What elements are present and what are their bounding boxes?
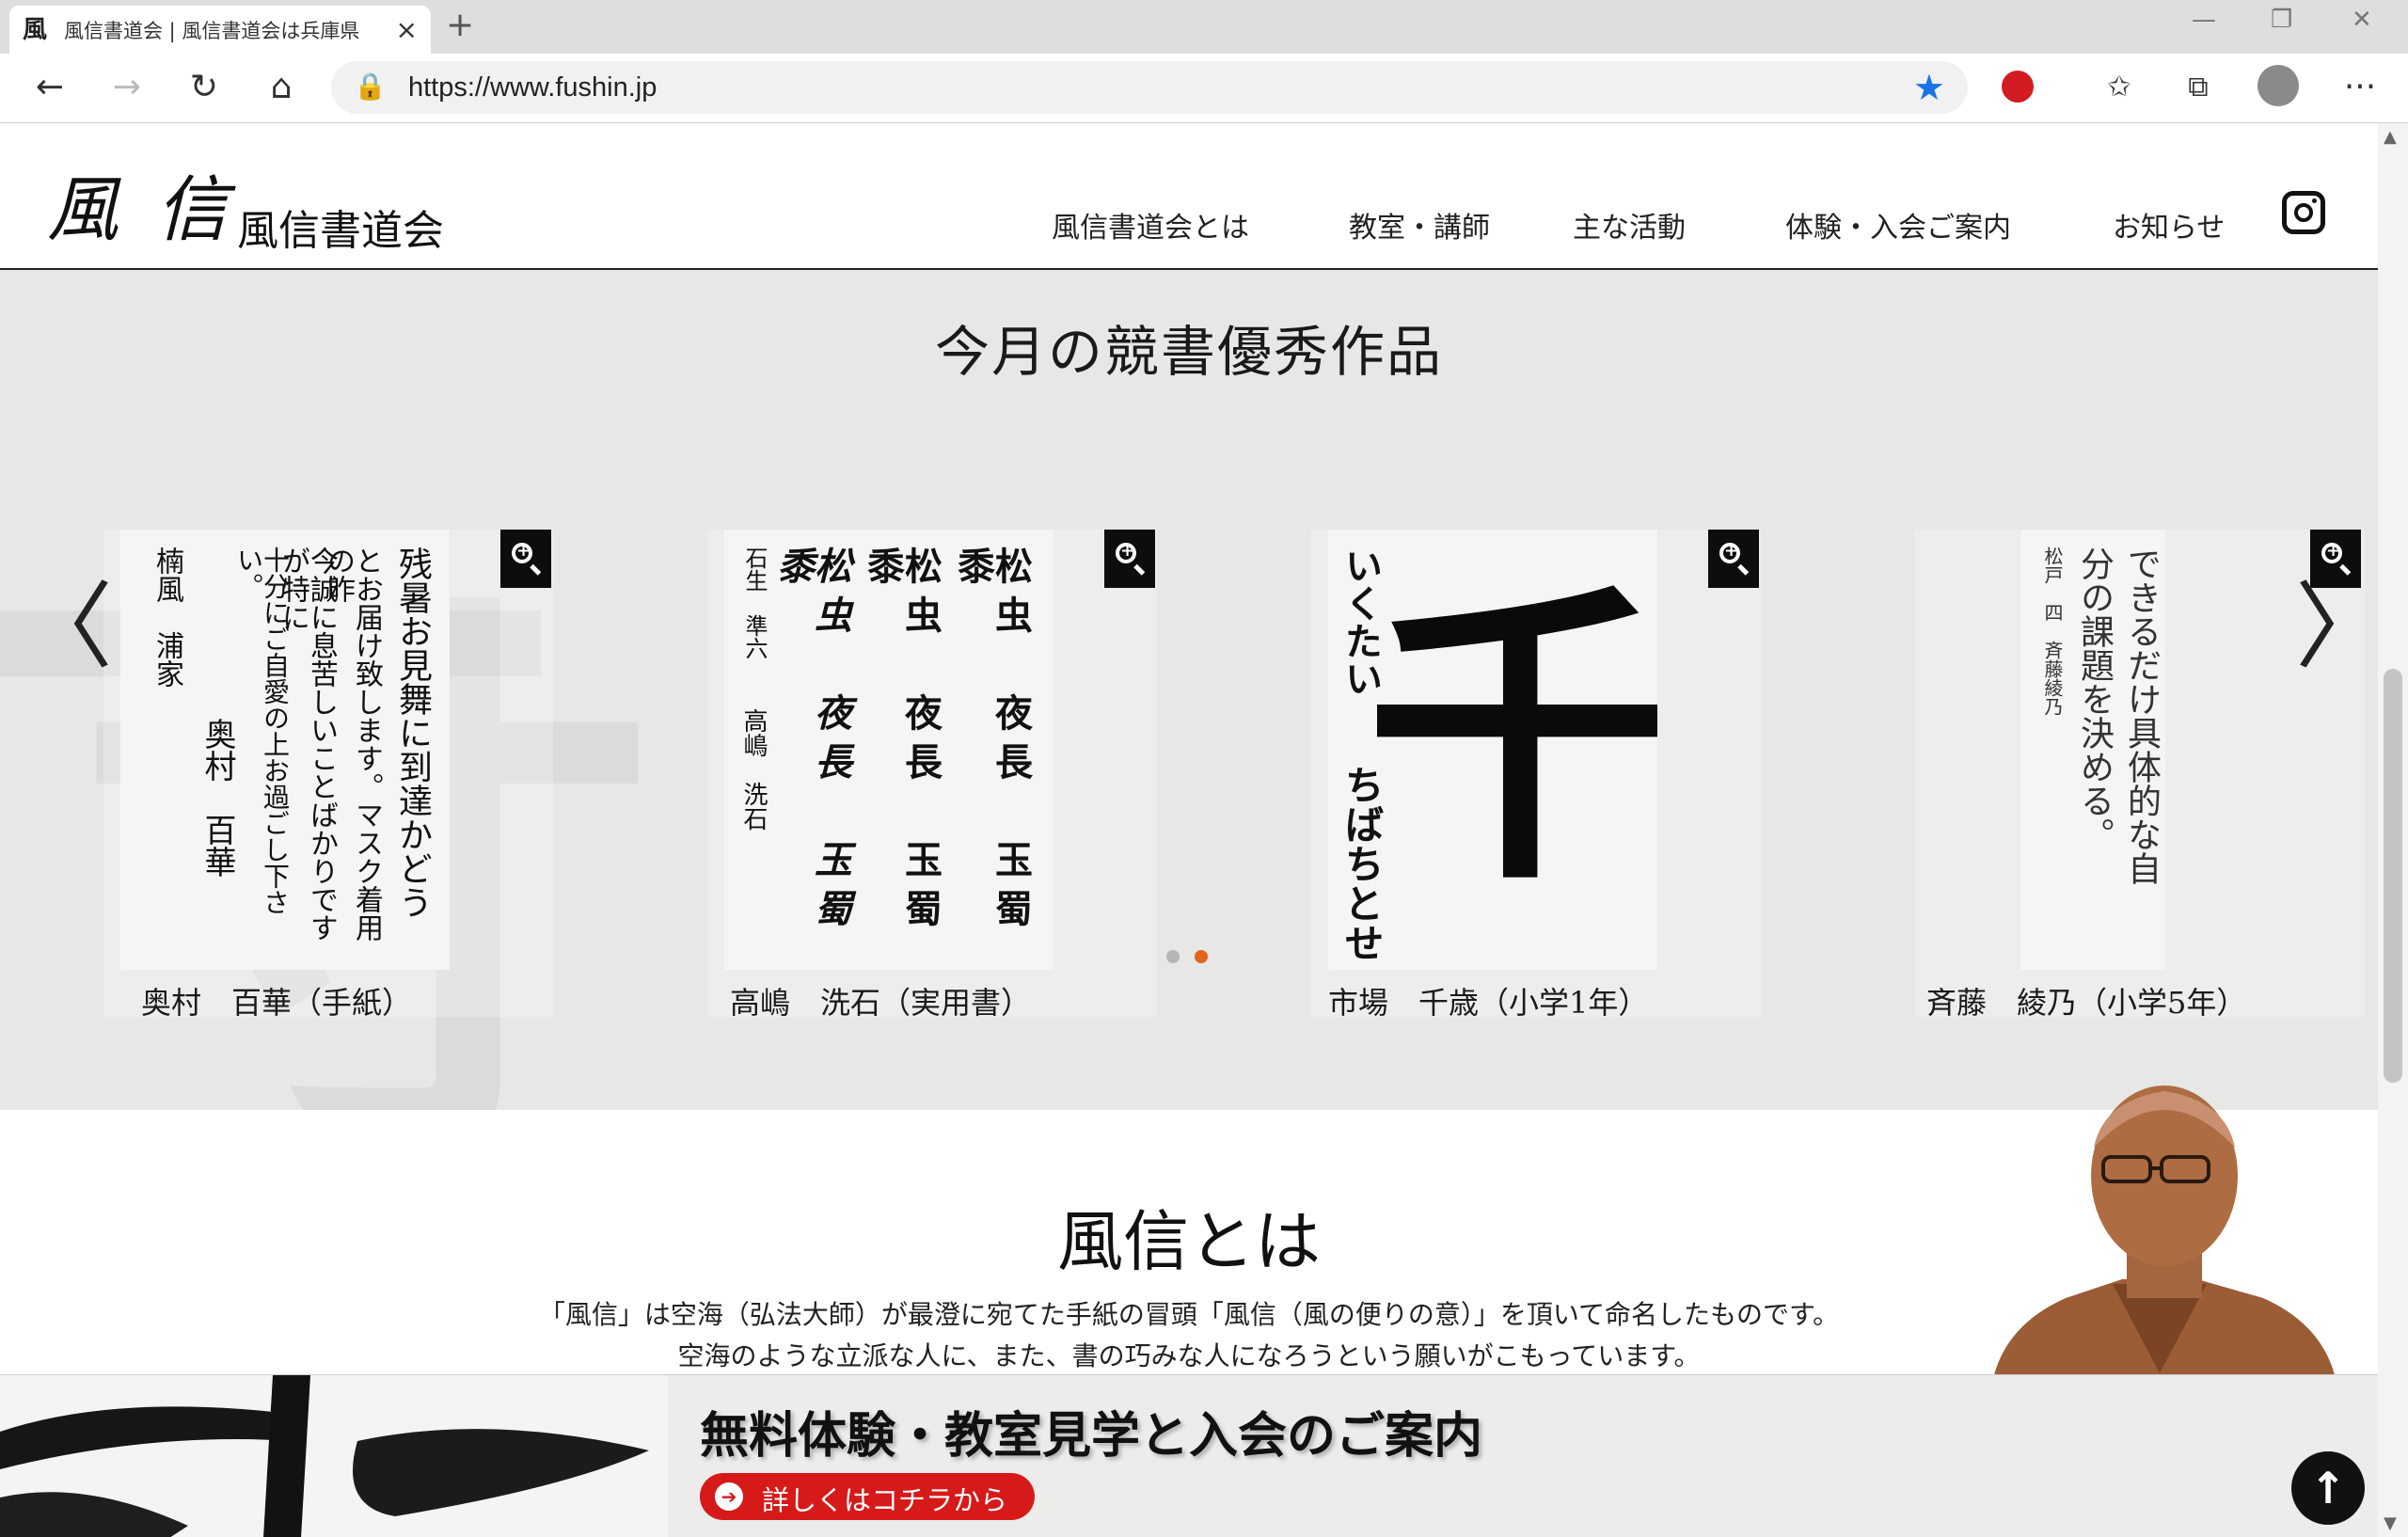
art-column: 松虫 夜長 玉蜀黍 <box>951 547 1033 938</box>
cta-button-label: 詳しくはコチラから <box>762 1484 1008 1516</box>
lock-icon: 🔒 <box>354 71 387 102</box>
monthly-works-section: 一 寸 今月の競書優秀作品 残暑お見舞に到達かどう とお届け致します。マスク着用… <box>0 270 2378 1110</box>
work-caption: 市場 千歳（小学1年） <box>1328 985 1649 1021</box>
nav-item-activities[interactable]: 主な活動 <box>1573 204 1686 246</box>
logo-mark[interactable]: 風信 <box>47 151 265 255</box>
minimize-icon[interactable]: — <box>2192 6 2216 34</box>
zoom-button[interactable] <box>1708 530 1759 588</box>
art-column: 分の課題を決める。 <box>2075 547 2114 851</box>
profile-avatar[interactable] <box>2258 65 2299 106</box>
cta-banner[interactable]: 無料体験・教室見学と入会のご案内 ➔ 詳しくはコチラから <box>0 1374 2378 1537</box>
zoom-button[interactable] <box>500 530 551 588</box>
carousel-dot-active[interactable] <box>1195 950 1208 963</box>
cta-brush-image <box>0 1375 668 1537</box>
reload-icon[interactable]: ↻ <box>181 67 228 108</box>
new-tab-icon[interactable]: + <box>446 6 474 44</box>
url-text[interactable]: https://www.fushin.jp <box>408 72 657 103</box>
back-icon[interactable]: ← <box>26 67 73 108</box>
art-column: 石生 準六 <box>741 547 768 659</box>
art-column: 高嶋 洗石 <box>739 708 768 831</box>
art-column: できるだけ具体的な自 <box>2122 547 2161 885</box>
art-column: 奥村 百華 <box>198 718 236 878</box>
work-image[interactable]: 松虫 夜長 玉蜀黍 松虫 夜長 玉蜀黍 松虫 夜長 玉蜀黍 石生 準六 高嶋 洗… <box>724 530 1054 970</box>
work-image[interactable]: できるだけ具体的な自 分の課題を決める。 松戸 四 斉藤綾乃 <box>2020 530 2165 970</box>
favorites-icon[interactable]: ✩ <box>2096 67 2143 108</box>
browser-toolbar: ← → ↻ ⌂ 🔒 https://www.fushin.jp ★ ✩ ⧉ ··… <box>0 54 2408 123</box>
scrollbar-thumb[interactable] <box>2384 669 2402 1083</box>
carousel-prev-icon[interactable]: 〈 <box>19 580 113 674</box>
forward-icon[interactable]: → <box>103 67 150 108</box>
nav-item-classes[interactable]: 教室・講師 <box>1349 204 1490 246</box>
art-column: 松戸 四 斉藤綾乃 <box>2041 547 2064 716</box>
art-column: 松虫 夜長 玉蜀黍 <box>770 547 852 938</box>
tab-title: 風信書道会 | 風信書道会は兵庫県 <box>64 19 360 42</box>
home-icon[interactable]: ⌂ <box>258 67 305 108</box>
vertical-scrollbar[interactable]: ▲ ▼ <box>2378 123 2408 1537</box>
extension-icon[interactable] <box>2002 71 2034 103</box>
art-column: いくたい <box>1339 547 1383 697</box>
art-column: 松虫 夜長 玉蜀黍 <box>861 547 943 938</box>
carousel-dot[interactable] <box>1166 950 1180 963</box>
work-card[interactable]: 松虫 夜長 玉蜀黍 松虫 夜長 玉蜀黍 松虫 夜長 玉蜀黍 石生 準六 高嶋 洗… <box>707 530 1157 1021</box>
arrow-right-icon: ➔ <box>715 1482 743 1511</box>
browser-tab[interactable]: 風 風信書道会 | 風信書道会は兵庫県 × <box>9 6 431 54</box>
address-bar[interactable]: 🔒 https://www.fushin.jp ★ <box>331 61 1968 114</box>
site-header: 風信 風信書道会 風信書道会とは 教室・講師 主な活動 体験・入会ご案内 お知ら… <box>0 123 2378 270</box>
close-tab-icon[interactable]: × <box>396 14 418 45</box>
nav-item-news[interactable]: お知らせ <box>2113 204 2225 246</box>
cta-title: 無料体験・教室見学と入会のご案内 <box>700 1407 1483 1465</box>
works-title: 今月の競書優秀作品 <box>934 320 1443 384</box>
favicon-icon: 風 <box>23 15 48 44</box>
scroll-down-icon[interactable]: ▼ <box>2384 1513 2397 1533</box>
scroll-up-icon[interactable]: ▲ <box>2384 127 2397 147</box>
cta-details-button[interactable]: ➔ 詳しくはコチラから <box>700 1473 1035 1520</box>
art-column: ちばちとせ <box>1339 765 1385 962</box>
collections-icon[interactable]: ⧉ <box>2175 67 2222 108</box>
page-viewport: 風信 風信書道会 風信書道会とは 教室・講師 主な活動 体験・入会ご案内 お知ら… <box>0 123 2378 1537</box>
nav-item-about[interactable]: 風信書道会とは <box>1052 204 1249 246</box>
carousel-next-icon[interactable]: 〉 <box>2295 580 2378 674</box>
work-image[interactable]: 千 いくたい ちばちとせ <box>1328 530 1657 970</box>
art-column: 十分にご自愛の上お過ごし下さい。 <box>233 547 291 915</box>
art-big-character: 千 <box>1366 556 1657 921</box>
logo-text[interactable]: 風信書道会 <box>237 197 444 257</box>
arrow-up-icon: ↑ <box>2309 1463 2347 1513</box>
work-card[interactable]: 千 いくたい ちばちとせ 市場 千歳（小学1年） <box>1311 530 1761 1021</box>
settings-menu-icon[interactable]: ··· <box>2337 67 2384 108</box>
browser-tab-bar: 風 風信書道会 | 風信書道会は兵庫県 × + — ❐ ✕ <box>0 0 2408 54</box>
work-caption: 奥村 百華（手紙） <box>141 985 413 1021</box>
instagram-icon[interactable] <box>2282 191 2325 234</box>
art-column: 残暑お見舞に到達かどう <box>393 547 432 919</box>
carousel-dots <box>1166 949 1223 967</box>
work-card[interactable]: 残暑お見舞に到達かどう とお届け致します。マスク着用の昨 今誠に息苦しいことばか… <box>103 530 553 1021</box>
work-caption: 高嶋 洗石（実用書） <box>730 985 1032 1021</box>
restore-icon[interactable]: ❐ <box>2271 6 2292 34</box>
nav-item-join[interactable]: 体験・入会ご案内 <box>1785 204 2011 246</box>
art-column: 楠風 浦家 <box>150 547 183 688</box>
work-image[interactable]: 残暑お見舞に到達かどう とお届け致します。マスク着用の昨 今誠に息苦しいことばか… <box>120 530 450 970</box>
zoom-button[interactable] <box>1104 530 1155 588</box>
work-caption: 斉藤 綾乃（小学5年） <box>1926 985 2247 1021</box>
favorite-star-icon[interactable]: ★ <box>1913 67 1945 108</box>
window-close-icon[interactable]: ✕ <box>2352 6 2372 34</box>
scroll-to-top-button[interactable]: ↑ <box>2291 1451 2365 1525</box>
